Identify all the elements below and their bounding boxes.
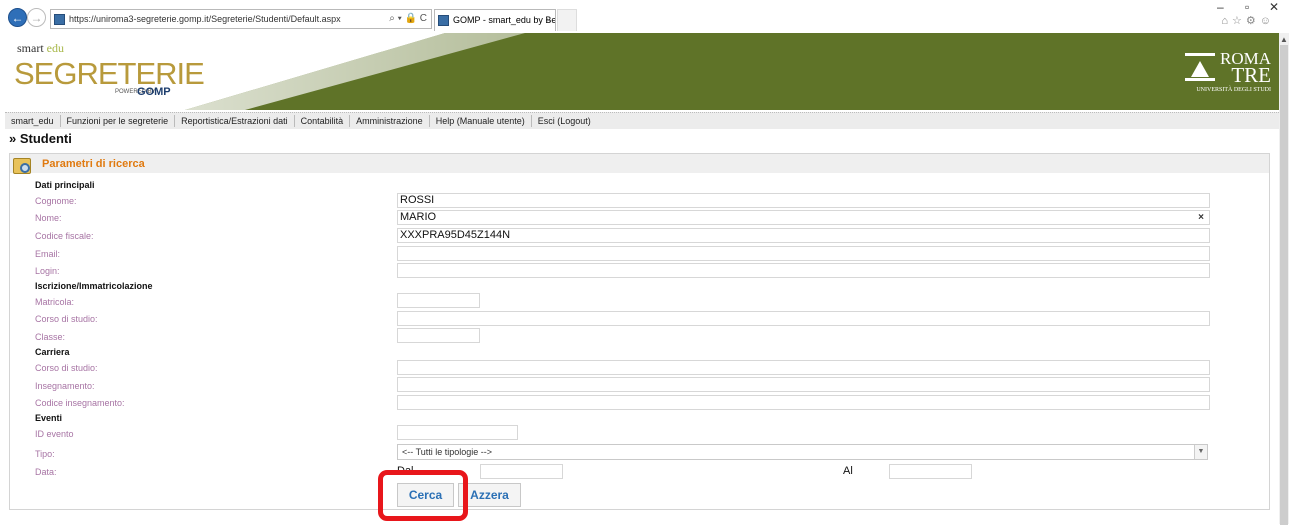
codice-fiscale-value: XXXPRA95D45Z144N bbox=[400, 229, 511, 241]
tab-title: GOMP - smart_edu by Be S... bbox=[453, 15, 556, 25]
id-evento-input[interactable] bbox=[397, 425, 518, 440]
menu-item-help[interactable]: Help (Manuale utente) bbox=[430, 115, 532, 127]
browser-chrome: ← → https://uniroma3-segreterie.gomp.it/… bbox=[0, 0, 1289, 33]
vertical-scrollbar[interactable]: ▲ bbox=[1279, 33, 1289, 525]
main-menu: smart_edu Funzioni per le segreterie Rep… bbox=[5, 112, 1279, 129]
new-tab-button[interactable] bbox=[557, 9, 577, 31]
corso-studio-carriera-input[interactable] bbox=[397, 360, 1210, 375]
label-data: Data: bbox=[35, 467, 57, 477]
tipo-select[interactable]: <-- Tutti le tipologie --> ▼ bbox=[397, 444, 1208, 460]
header-banner: smart edu SEGRETERIE POWERED BY GOMP ROM… bbox=[5, 33, 1279, 110]
section-dati-principali: Dati principali bbox=[35, 180, 95, 190]
label-al: Al bbox=[843, 465, 853, 477]
address-controls[interactable]: ⌕ ▾ 🔒 C bbox=[389, 10, 427, 28]
section-eventi: Eventi bbox=[35, 413, 63, 423]
label-matricola: Matricola: bbox=[35, 297, 75, 307]
corso-studio-iscrizione-input[interactable] bbox=[397, 311, 1210, 326]
minimize-button[interactable]: – bbox=[1217, 0, 1224, 14]
maximize-button[interactable]: ▫ bbox=[1245, 0, 1249, 14]
label-corso-studio-iscrizione: Corso di studio: bbox=[35, 314, 98, 324]
scrollbar-thumb[interactable] bbox=[1280, 45, 1288, 525]
menu-item-funzioni[interactable]: Funzioni per le segreterie bbox=[61, 115, 176, 127]
logo-edu: edu bbox=[46, 41, 64, 55]
close-window-button[interactable]: ✕ bbox=[1269, 0, 1279, 14]
label-insegnamento: Insegnamento: bbox=[35, 381, 95, 391]
insegnamento-input[interactable] bbox=[397, 377, 1210, 392]
label-cognome: Cognome: bbox=[35, 196, 77, 206]
label-id-evento: ID evento bbox=[35, 429, 74, 439]
nome-input[interactable]: MARIO × bbox=[397, 210, 1210, 225]
tab-favicon-icon bbox=[438, 15, 449, 26]
clear-icon[interactable]: × bbox=[1198, 211, 1204, 224]
menu-item-logout[interactable]: Esci (Logout) bbox=[532, 115, 597, 127]
label-classe: Classe: bbox=[35, 332, 66, 342]
address-bar[interactable]: https://uniroma3-segreterie.gomp.it/Segr… bbox=[50, 9, 432, 29]
roma-tre-university: UNIVERSITÀ DEGLI STUDI bbox=[1196, 87, 1271, 93]
tab-close-icon[interactable]: × bbox=[546, 10, 551, 30]
browser-tab[interactable]: GOMP - smart_edu by Be S... × bbox=[434, 9, 556, 31]
label-codice-fiscale: Codice fiscale: bbox=[35, 231, 94, 241]
classe-input[interactable] bbox=[397, 328, 480, 343]
section-iscrizione: Iscrizione/Immatricolazione bbox=[35, 281, 153, 291]
menu-item-smart-edu[interactable]: smart_edu bbox=[5, 115, 61, 127]
label-nome: Nome: bbox=[35, 213, 62, 223]
scroll-up-icon[interactable]: ▲ bbox=[1280, 35, 1288, 44]
logo-smart-edu: smart edu bbox=[17, 41, 64, 56]
site-favicon-icon bbox=[54, 14, 65, 25]
panel-header: Parametri di ricerca bbox=[10, 154, 1269, 174]
page-title: » Studenti bbox=[9, 131, 72, 146]
roma-tre-logo: ROMA TRE UNIVERSITÀ DEGLI STUDI bbox=[1185, 49, 1271, 103]
menu-item-contabilita[interactable]: Contabilità bbox=[295, 115, 351, 127]
codice-fiscale-input[interactable]: XXXPRA95D45Z144N bbox=[397, 228, 1210, 243]
logo-segreterie: SEGRETERIE bbox=[14, 56, 205, 91]
folder-search-icon bbox=[13, 158, 31, 174]
menu-item-amministrazione[interactable]: Amministrazione bbox=[350, 115, 430, 127]
address-url: https://uniroma3-segreterie.gomp.it/Segr… bbox=[69, 14, 341, 24]
roma-tre-tre: TRE bbox=[1231, 63, 1271, 87]
toolbar-icons[interactable]: ⌂☆⚙☺ bbox=[1221, 14, 1275, 27]
tipo-selected-value: <-- Tutti le tipologie --> bbox=[402, 447, 493, 457]
highlight-annotation bbox=[378, 470, 468, 521]
codice-insegnamento-input[interactable] bbox=[397, 395, 1210, 410]
menu-item-reportistica[interactable]: Reportistica/Estrazioni dati bbox=[175, 115, 295, 127]
nome-value: MARIO bbox=[400, 211, 437, 223]
label-codice-insegnamento: Codice insegnamento: bbox=[35, 398, 125, 408]
label-tipo: Tipo: bbox=[35, 449, 55, 459]
panel-title: Parametri di ricerca bbox=[42, 158, 145, 170]
back-arrow-icon[interactable]: ← bbox=[8, 8, 27, 27]
matricola-input[interactable] bbox=[397, 293, 480, 308]
cognome-input[interactable]: ROSSI bbox=[397, 193, 1210, 208]
data-al-input[interactable] bbox=[889, 464, 972, 479]
logo-gomp: GOMP bbox=[137, 86, 171, 98]
data-dal-input[interactable] bbox=[480, 464, 563, 479]
chevron-down-icon[interactable]: ▼ bbox=[1194, 445, 1207, 459]
label-email: Email: bbox=[35, 249, 61, 259]
login-input[interactable] bbox=[397, 263, 1210, 278]
label-corso-studio-carriera: Corso di studio: bbox=[35, 363, 98, 373]
logo-smart: smart bbox=[17, 41, 44, 55]
forward-arrow-icon[interactable]: → bbox=[27, 8, 46, 27]
section-carriera: Carriera bbox=[35, 347, 70, 357]
email-input[interactable] bbox=[397, 246, 1210, 261]
label-login: Login: bbox=[35, 266, 60, 276]
cognome-value: ROSSI bbox=[400, 194, 435, 206]
